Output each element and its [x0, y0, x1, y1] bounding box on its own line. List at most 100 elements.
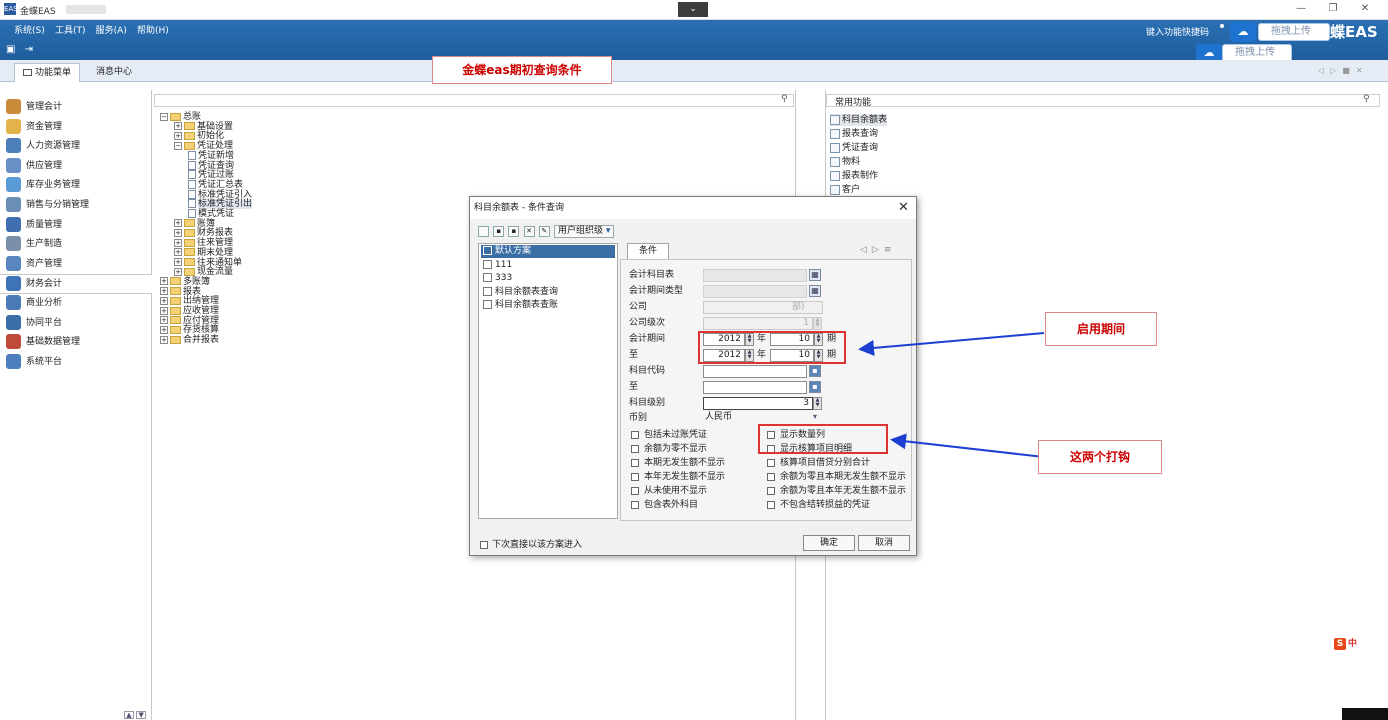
scheme-item[interactable]: 科目余额表查账: [481, 299, 615, 312]
account-code-to-input[interactable]: [703, 381, 807, 394]
tree-search-input[interactable]: ⚲: [154, 94, 794, 107]
expand-icon[interactable]: +: [174, 131, 182, 140]
account-table-field[interactable]: [703, 269, 807, 282]
expand-icon[interactable]: +: [160, 287, 168, 296]
option-checkbox[interactable]: 余额为零且本年无发生额不显示: [767, 485, 906, 497]
chevron-down-icon[interactable]: ▾: [813, 412, 817, 421]
arrow-down-icon[interactable]: ▼: [136, 711, 147, 719]
sidebar-item[interactable]: 财务会计: [0, 274, 152, 295]
tab-nav-controls[interactable]: ◁▷■✕: [1318, 66, 1369, 75]
stepper-icon[interactable]: ▲ ▼: [813, 317, 822, 330]
expand-icon[interactable]: +: [160, 325, 168, 334]
scheme-item[interactable]: 111: [481, 259, 615, 272]
expand-icon[interactable]: +: [160, 316, 168, 325]
tree-node[interactable]: − 总账: [160, 112, 201, 122]
menu-service[interactable]: 服务(A): [96, 23, 127, 36]
sidebar-item[interactable]: 商业分析: [6, 294, 150, 314]
company-field[interactable]: 部): [703, 301, 823, 314]
menu-tools[interactable]: 工具(T): [55, 23, 86, 36]
expand-icon[interactable]: +: [160, 335, 168, 344]
save-as-icon[interactable]: ▪: [508, 226, 520, 237]
tree-node[interactable]: 凭证过账: [188, 170, 234, 180]
option-checkbox[interactable]: 不包含结转损益的凭证: [767, 499, 870, 511]
sidebar-item[interactable]: 管理会计: [6, 98, 150, 118]
quick-key-label[interactable]: 键入功能快捷码: [1146, 25, 1209, 38]
expand-icon[interactable]: +: [174, 248, 182, 257]
expand-icon[interactable]: +: [160, 306, 168, 315]
favorite-item[interactable]: 报表制作: [830, 170, 878, 182]
sidebar-item[interactable]: 库存业务管理: [6, 176, 150, 196]
menu-help[interactable]: 帮助(H): [137, 23, 169, 36]
minimize-button[interactable]: —: [1286, 3, 1316, 14]
sidebar-item[interactable]: 系统平台: [6, 353, 150, 373]
tab-message-center[interactable]: 消息中心: [88, 63, 140, 82]
sidebar-item[interactable]: 销售与分销管理: [6, 196, 150, 216]
scheme-item[interactable]: 科目余额表查询: [481, 286, 615, 299]
arrow-up-icon[interactable]: ▲: [124, 711, 134, 719]
tree-node[interactable]: + 初始化: [174, 131, 224, 141]
option-checkbox[interactable]: 从未使用不显示: [631, 485, 707, 497]
sidebar-item[interactable]: 资产管理: [6, 255, 150, 275]
close-window-button[interactable]: ✕: [1350, 3, 1380, 14]
sidebar-item[interactable]: 协同平台: [6, 314, 150, 334]
tree-node[interactable]: 标准凭证引出: [188, 199, 253, 210]
upload-pill-top[interactable]: 拖拽上传: [1258, 23, 1330, 41]
tree-node[interactable]: + 现金流量: [174, 267, 233, 277]
sidebar-item[interactable]: 供应管理: [6, 157, 150, 177]
tree-node[interactable]: 模式凭证: [188, 209, 234, 219]
sidebar-item[interactable]: 人力资源管理: [6, 137, 150, 157]
edit-icon[interactable]: ✎: [538, 226, 550, 237]
expand-icon[interactable]: +: [160, 296, 168, 305]
new-icon[interactable]: [478, 226, 489, 237]
pin-icon[interactable]: ⇥: [25, 44, 33, 55]
option-checkbox[interactable]: 包括未过账凭证: [631, 429, 707, 441]
tree-node[interactable]: 凭证查询: [188, 160, 234, 171]
sidebar-scroll-buttons[interactable]: ▲ ▼: [124, 711, 147, 719]
browse-icon[interactable]: ▦: [809, 269, 821, 281]
tree-node[interactable]: + 往来通知单: [174, 258, 242, 268]
option-checkbox[interactable]: 核算项目借贷分别合计: [767, 457, 870, 469]
tree-node[interactable]: + 财务报表: [174, 228, 233, 238]
ime-indicator[interactable]: S中: [1334, 636, 1357, 650]
expand-icon[interactable]: +: [174, 228, 182, 237]
menu-system[interactable]: 系统(S): [14, 23, 45, 36]
period-type-field[interactable]: [703, 285, 807, 298]
favorite-item[interactable]: 物料: [830, 156, 860, 168]
tree-node[interactable]: + 期末处理: [174, 248, 233, 258]
option-checkbox[interactable]: 本年无发生额不显示: [631, 471, 725, 483]
option-checkbox[interactable]: 本期无发生额不显示: [631, 457, 725, 469]
scheme-item[interactable]: 默认方案: [481, 245, 615, 258]
stepper-icon[interactable]: ▲ ▼: [813, 397, 822, 410]
expand-icon[interactable]: +: [160, 277, 168, 286]
next-time-checkbox[interactable]: 下次直接以该方案进入: [480, 537, 582, 550]
image-icon[interactable]: ▣: [6, 44, 15, 55]
option-checkbox[interactable]: 余额为零不显示: [631, 443, 707, 455]
tree-node[interactable]: 凭证汇总表: [188, 179, 243, 190]
delete-icon[interactable]: ✕: [523, 226, 535, 237]
save-icon[interactable]: ▪: [493, 226, 505, 237]
expand-icon[interactable]: +: [174, 258, 182, 266]
expand-icon[interactable]: +: [174, 219, 182, 228]
restore-button[interactable]: ❐: [1318, 3, 1348, 14]
cond-nav-controls[interactable]: ◁▷≡: [860, 245, 896, 255]
sidebar-item[interactable]: 资金管理: [6, 118, 150, 138]
close-icon[interactable]: ✕: [898, 200, 909, 215]
account-level-input[interactable]: 3: [703, 397, 813, 410]
sidebar-item[interactable]: 质量管理: [6, 216, 150, 236]
favorite-item[interactable]: 凭证查询: [830, 142, 878, 154]
cancel-button[interactable]: 取消: [858, 535, 910, 551]
tree-node[interactable]: + 应收管理: [160, 306, 219, 316]
company-level-field[interactable]: 1: [703, 317, 813, 330]
collapse-icon[interactable]: −: [160, 112, 168, 121]
expand-icon[interactable]: +: [174, 238, 182, 247]
scheme-item[interactable]: 333: [481, 272, 615, 285]
tree-node[interactable]: + 存货核算: [160, 325, 219, 335]
tree-node[interactable]: + 往来管理: [174, 238, 233, 248]
favorite-item[interactable]: 报表查询: [830, 128, 878, 140]
ok-button[interactable]: 确定: [803, 535, 855, 551]
favorite-item[interactable]: 客户: [830, 184, 860, 196]
expand-icon[interactable]: +: [174, 267, 182, 276]
chevron-down-icon[interactable]: ⌄: [678, 2, 708, 17]
collapse-icon[interactable]: −: [174, 141, 182, 150]
browse-icon[interactable]: ▪: [809, 365, 821, 377]
